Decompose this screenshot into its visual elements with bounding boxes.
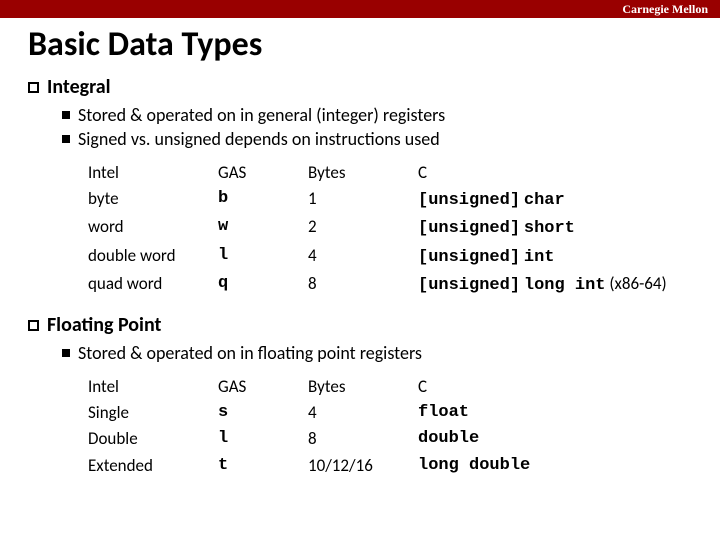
cell-c: [unsigned] char bbox=[418, 186, 692, 214]
col-c: C bbox=[418, 374, 692, 400]
cell-gas: l bbox=[218, 243, 308, 271]
col-c: C bbox=[418, 160, 692, 186]
cell-intel: double word bbox=[88, 243, 218, 271]
col-gas: GAS bbox=[218, 374, 308, 400]
cell-intel: quad word bbox=[88, 271, 218, 299]
c-type: long int bbox=[524, 276, 606, 295]
cell-c: [unsigned] long int (x86-64) bbox=[418, 271, 692, 299]
square-bullet-icon bbox=[62, 111, 70, 119]
square-bullet-icon bbox=[62, 135, 70, 143]
cell-bytes: 4 bbox=[308, 243, 418, 271]
col-bytes: Bytes bbox=[308, 374, 418, 400]
bullet-text: Stored & operated on in general (integer… bbox=[78, 103, 445, 127]
bullet-text: Signed vs. unsigned depends on instructi… bbox=[78, 127, 440, 151]
col-gas: GAS bbox=[218, 160, 308, 186]
c-note: (x86-64) bbox=[609, 273, 666, 294]
table-row: word w 2 [unsigned] short bbox=[88, 214, 692, 242]
cell-gas: s bbox=[218, 400, 308, 426]
table-header: Intel GAS Bytes C bbox=[88, 374, 692, 400]
cell-gas: b bbox=[218, 186, 308, 214]
header-bar: Carnegie Mellon bbox=[0, 0, 720, 18]
cell-c: float bbox=[418, 400, 692, 426]
float-table: Intel GAS Bytes C Single s 4 float Doubl… bbox=[88, 374, 692, 479]
cell-bytes: 4 bbox=[308, 400, 418, 426]
table-header: Intel GAS Bytes C bbox=[88, 160, 692, 186]
cell-intel: byte bbox=[88, 186, 218, 214]
cell-intel: Single bbox=[88, 400, 218, 426]
c-prefix: [unsigned] bbox=[418, 191, 520, 210]
cell-bytes: 2 bbox=[308, 214, 418, 242]
org-label: Carnegie Mellon bbox=[622, 2, 708, 17]
c-type: short bbox=[524, 219, 575, 238]
col-intel: Intel bbox=[88, 160, 218, 186]
cell-bytes: 8 bbox=[308, 426, 418, 452]
c-type: char bbox=[524, 191, 565, 210]
col-intel: Intel bbox=[88, 374, 218, 400]
cell-c: [unsigned] int bbox=[418, 243, 692, 271]
table-row: byte b 1 [unsigned] char bbox=[88, 186, 692, 214]
float-bullets: Stored & operated on in floating point r… bbox=[62, 341, 692, 365]
cell-gas: w bbox=[218, 214, 308, 242]
cell-intel: Double bbox=[88, 426, 218, 452]
table-row: Single s 4 float bbox=[88, 400, 692, 426]
slide-content: Basic Data Types Integral Stored & opera… bbox=[0, 18, 720, 479]
integral-heading: Integral bbox=[28, 75, 692, 99]
float-heading-text: Floating Point bbox=[47, 313, 161, 337]
page-title: Basic Data Types bbox=[28, 24, 692, 65]
c-prefix: [unsigned] bbox=[418, 219, 520, 238]
cell-bytes: 10/12/16 bbox=[308, 453, 418, 479]
integral-heading-text: Integral bbox=[47, 75, 111, 99]
table-row: Extended t 10/12/16 long double bbox=[88, 453, 692, 479]
c-type: int bbox=[524, 248, 555, 267]
cell-gas: l bbox=[218, 426, 308, 452]
table-row: double word l 4 [unsigned] int bbox=[88, 243, 692, 271]
list-item: Signed vs. unsigned depends on instructi… bbox=[62, 127, 692, 151]
float-heading: Floating Point bbox=[28, 313, 692, 337]
cell-bytes: 8 bbox=[308, 271, 418, 299]
cell-c: double bbox=[418, 426, 692, 452]
col-bytes: Bytes bbox=[308, 160, 418, 186]
bullet-text: Stored & operated on in floating point r… bbox=[78, 341, 422, 365]
table-row: quad word q 8 [unsigned] long int (x86-6… bbox=[88, 271, 692, 299]
cell-intel: word bbox=[88, 214, 218, 242]
cell-intel: Extended bbox=[88, 453, 218, 479]
list-item: Stored & operated on in floating point r… bbox=[62, 341, 692, 365]
list-item: Stored & operated on in general (integer… bbox=[62, 103, 692, 127]
integral-bullets: Stored & operated on in general (integer… bbox=[62, 103, 692, 152]
integral-table: Intel GAS Bytes C byte b 1 [unsigned] ch… bbox=[88, 160, 692, 300]
cell-gas: q bbox=[218, 271, 308, 299]
table-row: Double l 8 double bbox=[88, 426, 692, 452]
hollow-bullet-icon bbox=[28, 82, 39, 93]
c-prefix: [unsigned] bbox=[418, 276, 520, 295]
cell-bytes: 1 bbox=[308, 186, 418, 214]
cell-c: long double bbox=[418, 453, 692, 479]
square-bullet-icon bbox=[62, 349, 70, 357]
hollow-bullet-icon bbox=[28, 320, 39, 331]
cell-c: [unsigned] short bbox=[418, 214, 692, 242]
c-prefix: [unsigned] bbox=[418, 248, 520, 267]
cell-gas: t bbox=[218, 453, 308, 479]
